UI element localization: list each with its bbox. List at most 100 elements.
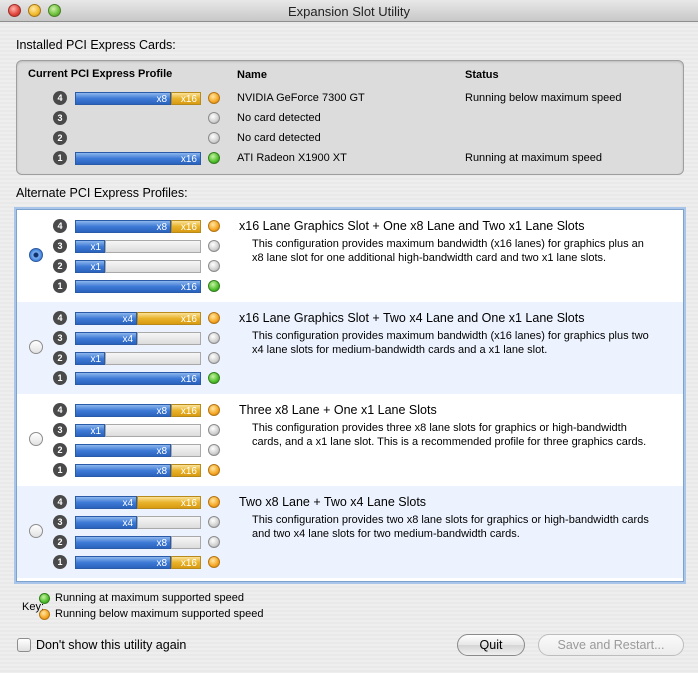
lane-segment-shared: x16 — [171, 464, 201, 477]
slot-2-row: 2 x8 — [53, 443, 223, 459]
profile-radio-button[interactable] — [29, 340, 43, 354]
orange-status-icon — [208, 312, 220, 324]
grey-status-icon — [208, 260, 220, 272]
lane-segment: x8 — [75, 556, 171, 569]
grey-status-icon — [208, 332, 220, 344]
profile-title: x16 Lane Graphics Slot + Two x4 Lane and… — [239, 311, 585, 325]
slot-number-badge: 4 — [53, 311, 67, 325]
lane-bar: x4 — [75, 332, 201, 345]
installed-cards-panel: Current PCI Express Profile Name Status … — [16, 60, 684, 175]
profile-description: This configuration provides maximum band… — [252, 330, 649, 356]
card-name: NVIDIA GeForce 7300 GT — [237, 92, 365, 104]
slot-1-row: 1 x16 — [53, 279, 223, 295]
lane-bar: x8 x16 — [75, 404, 201, 417]
slot-number-badge: 3 — [53, 423, 67, 437]
lane-segment: x8 — [75, 404, 171, 417]
slot-number-badge: 1 — [53, 151, 67, 165]
quit-button[interactable]: Quit — [457, 634, 525, 656]
lane-bar: x8 x16 — [75, 464, 201, 477]
slot-4-row: 4 x4 x16 — [53, 311, 223, 327]
lane-segment: x1 — [75, 352, 105, 365]
slot-2-row: 2 — [53, 131, 223, 147]
slot-3-row: 3 x1 — [53, 423, 223, 439]
lane-bar: x4 x16 — [75, 496, 201, 509]
slot-number-badge: 4 — [53, 403, 67, 417]
key-item: Running at maximum supported speed — [39, 592, 244, 604]
lane-segment-shared: x16 — [137, 496, 201, 509]
lane-segment: x16 — [75, 280, 201, 293]
profile-radio-button[interactable] — [29, 248, 43, 262]
alternate-profiles-label: Alternate PCI Express Profiles: — [16, 186, 188, 200]
slot-number-badge: 2 — [53, 351, 67, 365]
lane-bar: x1 — [75, 240, 201, 253]
lane-segment-shared: x16 — [171, 220, 201, 233]
lane-segment-unused — [137, 332, 201, 345]
profile-title: Three x8 Lane + One x1 Lane Slots — [239, 403, 437, 417]
card-name: No card detected — [237, 112, 321, 124]
lane-segment: x1 — [75, 424, 105, 437]
card-status: Running at maximum speed — [465, 152, 602, 164]
slot-number-badge: 1 — [53, 555, 67, 569]
slot-1-row: 1 x16 — [53, 371, 223, 387]
slot-number-badge: 1 — [53, 371, 67, 385]
lane-segment: x8 — [75, 536, 171, 549]
slot-4-row: 4 x4 x16 — [53, 495, 223, 511]
profile-title: Two x8 Lane + Two x4 Lane Slots — [239, 495, 427, 509]
lane-bar: x8 x16 — [75, 92, 201, 105]
lane-segment-unused — [105, 352, 201, 365]
orange-status-icon — [208, 464, 220, 476]
orange-status-icon — [208, 220, 220, 232]
profile-radio-button[interactable] — [29, 524, 43, 538]
profile-option[interactable]: 4 x4 x16 3 x4 2 x8 1 x8 x16 Two x8 Lane + Two x4 L… — [17, 486, 683, 578]
profile-option[interactable]: 4 x8 x16 3 x1 2 x8 1 x8 x16 Three x8 Lane + One x1… — [17, 394, 683, 486]
slot-4-row: 4 x8 x16 — [53, 403, 223, 419]
grey-status-icon — [208, 240, 220, 252]
lane-bar: x1 — [75, 424, 201, 437]
lane-segment-unused — [105, 240, 201, 253]
dont-show-again-checkbox[interactable] — [17, 638, 31, 652]
title-bar: Expansion Slot Utility — [0, 0, 698, 22]
grey-status-icon — [208, 424, 220, 436]
lane-segment-shared: x16 — [171, 556, 201, 569]
slot-4-row: 4 x8 x16 — [53, 91, 223, 107]
lane-segment: x16 — [75, 372, 201, 385]
slot-number-badge: 4 — [53, 495, 67, 509]
orange-status-icon — [208, 496, 220, 508]
slot-number-badge: 3 — [53, 239, 67, 253]
lane-bar: x8 x16 — [75, 220, 201, 233]
slot-number-badge: 4 — [53, 219, 67, 233]
lane-segment: x4 — [75, 332, 137, 345]
slot-1-row: 1 x8 x16 — [53, 555, 223, 571]
lane-bar: x4 x16 — [75, 312, 201, 325]
lane-bar — [75, 112, 201, 125]
grey-status-icon — [208, 516, 220, 528]
slot-number-badge: 1 — [53, 463, 67, 477]
slot-3-row: 3 x1 — [53, 239, 223, 255]
orange-status-icon — [208, 92, 220, 104]
slot-2-row: 2 x8 — [53, 535, 223, 551]
profile-radio-button[interactable] — [29, 432, 43, 446]
card-name: No card detected — [237, 132, 321, 144]
slot-1-row: 1 x16 — [53, 151, 223, 167]
green-status-icon — [208, 372, 220, 384]
profile-option[interactable]: 4 x4 x16 3 x4 2 x1 1 x16 x16 Lane Graphics Slot +… — [17, 302, 683, 394]
slot-number-badge: 3 — [53, 111, 67, 125]
alternate-profiles-list[interactable]: 4 x8 x16 3 x1 2 x1 1 x16 x16 Lane Graphics Slot +… — [16, 209, 684, 582]
lane-segment: x8 — [75, 444, 171, 457]
save-and-restart-button[interactable]: Save and Restart... — [538, 634, 684, 656]
lane-bar: x16 — [75, 372, 201, 385]
lane-bar: x4 — [75, 516, 201, 529]
lane-segment-unused — [105, 424, 201, 437]
slot-number-badge: 2 — [53, 131, 67, 145]
slot-4-row: 4 x8 x16 — [53, 219, 223, 235]
lane-segment: x16 — [75, 152, 201, 165]
grey-status-icon — [208, 536, 220, 548]
lane-segment: x1 — [75, 240, 105, 253]
profile-option[interactable]: 4 x8 x16 3 x1 2 x1 1 x16 x16 Lane Graphics Slot +… — [17, 210, 683, 302]
lane-bar: x1 — [75, 260, 201, 273]
slot-number-badge: 2 — [53, 535, 67, 549]
lane-bar — [75, 132, 201, 145]
lane-bar: x16 — [75, 280, 201, 293]
key-item-label: Running below maximum supported speed — [55, 608, 264, 620]
dont-show-again-label[interactable]: Don't show this utility again — [36, 638, 186, 652]
